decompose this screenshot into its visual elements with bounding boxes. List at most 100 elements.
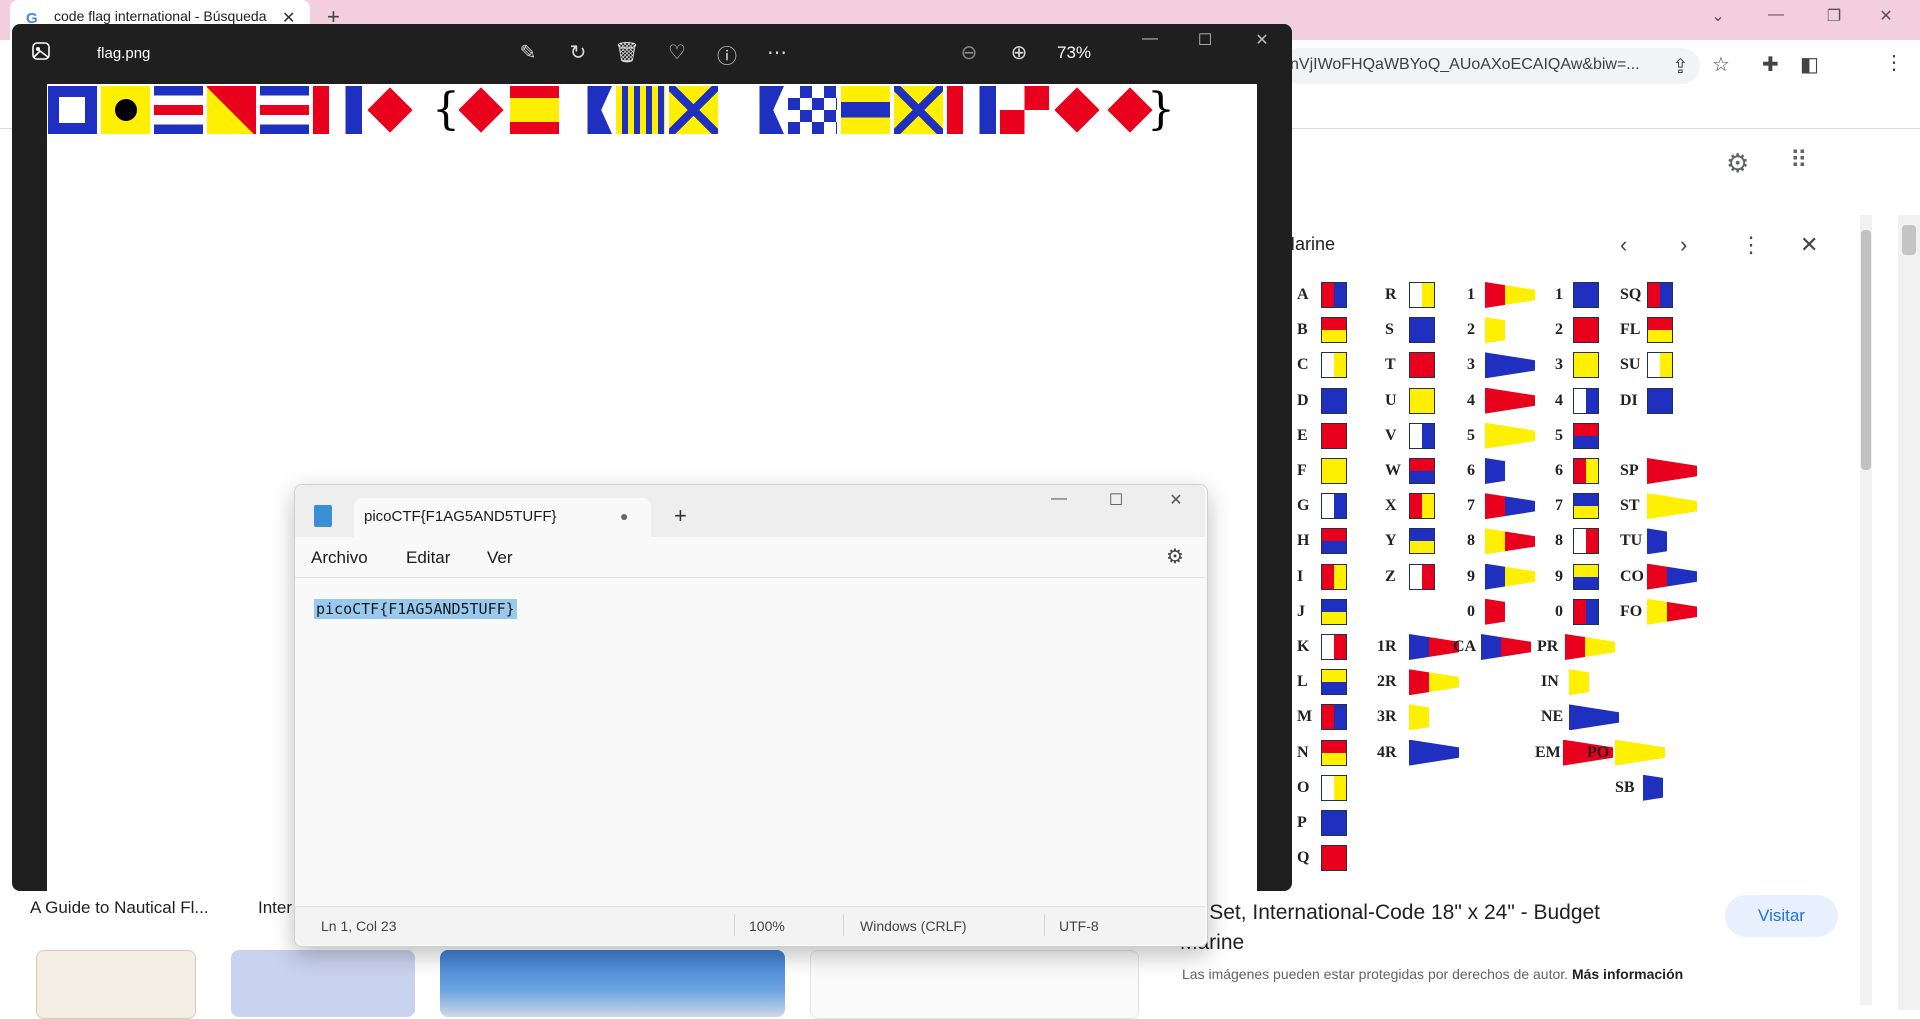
line-ending[interactable]: Windows (CRLF) [860,918,967,934]
favorite-heart-icon[interactable]: ♡ [662,40,692,65]
chart-number-label: 4 [1555,391,1563,409]
signal-flag [894,86,943,134]
menu-edit[interactable]: Editar [406,548,450,568]
viewer-maximize-button[interactable]: ☐ [1185,30,1225,50]
notepad-close-button[interactable]: ✕ [1153,490,1199,510]
chart-pennant [1569,669,1619,696]
chart-letter-label: Y [1385,532,1397,550]
chart-special-label: PR [1537,638,1559,655]
delete-icon[interactable]: 🗑 [612,40,642,65]
notepad-maximize-button[interactable]: ☐ [1093,490,1139,510]
chart-pennant [1409,634,1459,660]
chart-flag [1321,422,1347,449]
notepad-tab-title[interactable]: picoCTF{F1AG5AND5TUFF} [364,508,557,525]
result-thumbnail-2[interactable] [231,950,415,1017]
chart-flag [1573,458,1599,484]
chart-number-label: 5 [1467,426,1475,444]
chart-flag [1321,634,1347,660]
more-options-icon[interactable]: ⋯ [762,40,792,65]
chevron-right-icon[interactable]: › [1680,232,1687,258]
chart-pennant [1485,387,1535,414]
chart-number-label: 9 [1467,567,1475,585]
chart-letter-label: T [1385,356,1396,374]
result-caption-1[interactable]: A Guide to Nautical Fl... [30,898,209,918]
status-divider [843,914,844,936]
new-tab-button[interactable]: + [674,503,687,529]
chevron-left-icon[interactable]: ‹ [1620,232,1627,258]
chart-special-label: NE [1541,708,1564,726]
panel-scrollbar-thumb[interactable] [1861,230,1871,470]
close-window-button[interactable]: ✕ [1866,6,1906,26]
notepad-minimize-button[interactable]: — [1036,490,1082,508]
settings-gear-icon[interactable]: ⚙ [1726,148,1749,179]
chart-special-label: TU [1620,532,1643,550]
chart-letter-label: S [1385,321,1394,339]
chart-flag [1321,387,1347,414]
google-apps-icon[interactable]: ⠿ [1790,146,1808,175]
share-icon[interactable]: ⇪ [1672,54,1689,79]
viewer-minimize-button[interactable]: — [1130,30,1170,48]
chart-pennant [1409,669,1459,696]
chart-flag [1573,387,1599,414]
rotate-icon[interactable]: ↻ [563,40,593,65]
chart-letter-label: H [1297,532,1310,550]
signal-flag [1000,86,1049,134]
menu-view[interactable]: Ver [487,548,513,568]
menu-file[interactable]: Archivo [311,548,368,568]
notepad-text-content[interactable]: picoCTF{F1AG5AND5TUFF} [314,599,517,619]
page-scrollbar-thumb[interactable] [1902,225,1916,255]
more-info-link[interactable]: Más información [1572,966,1683,982]
minimize-button[interactable]: — [1756,6,1796,24]
signal-flag-chart[interactable]: ABCDEFGHIJKLMNOPQRSTUVWXYZ12345678901234… [1295,280,1711,872]
signal-flag [510,86,559,134]
result-thumbnail-4[interactable] [810,950,1139,1019]
chart-flag [1321,528,1347,555]
browser-tab-title[interactable]: code flag international - Búsqueda [54,8,274,24]
menu-kebab-icon[interactable]: ⋮ [1884,50,1904,75]
chart-letter-label: B [1297,321,1308,339]
result-caption-2[interactable]: Inter [258,898,292,918]
chart-pennant [1485,458,1535,484]
visit-button[interactable]: Visitar [1725,895,1838,937]
close-panel-icon[interactable]: ✕ [1800,232,1818,258]
chart-special-label: SP [1620,462,1639,479]
extensions-puzzle-icon[interactable]: ✚ [1762,52,1779,77]
copyright-notice: Las imágenes pueden estar protegidas por… [1182,966,1683,982]
chart-letter-label: U [1385,391,1397,409]
side-panel-icon[interactable]: ◧ [1800,52,1819,77]
signal-flag [563,86,612,134]
result-thumbnail-3[interactable] [440,950,785,1017]
chart-pennant [1485,528,1535,555]
page-scrollbar[interactable] [1898,215,1920,1010]
viewer-close-button[interactable]: ✕ [1242,30,1282,50]
zoom-level[interactable]: 73% [1057,43,1091,63]
chart-pennant [1615,739,1665,766]
unsaved-dot-icon[interactable]: ● [620,508,628,524]
bookmark-star-icon[interactable]: ☆ [1712,52,1730,77]
chart-number-label: 8 [1467,532,1475,550]
chart-flag [1321,739,1347,766]
status-zoom[interactable]: 100% [749,918,785,934]
zoom-in-icon[interactable]: ⊕ [1004,40,1034,65]
edit-image-icon[interactable]: ✎ [513,40,543,65]
zoom-out-icon[interactable]: ⊖ [954,40,984,65]
restore-button[interactable]: ❐ [1814,6,1854,26]
chart-special-label: SU [1620,356,1641,374]
more-options-icon[interactable]: ⋮ [1740,232,1762,258]
panel-image-caption[interactable]: ag Set, International-Code 18" x 24" - B… [1180,898,1640,958]
chart-number-label: 4 [1467,391,1475,409]
result-thumbnail-1[interactable] [36,950,196,1019]
chart-pennant [1647,458,1697,484]
cursor-position: Ln 1, Col 23 [321,918,397,934]
info-icon[interactable]: ⓘ [712,40,742,69]
chart-special-label: SQ [1620,286,1642,303]
encoding[interactable]: UTF-8 [1059,918,1099,934]
chart-pennant [1565,634,1615,660]
chart-number-label: 6 [1467,462,1475,479]
chart-flag [1321,598,1347,625]
url-text[interactable]: nVjIWoFHQaWBYoQ_AUoAXoECAIQAw&biw=... [1290,56,1640,74]
settings-gear-icon[interactable]: ⚙ [1166,544,1184,569]
tab-search-icon[interactable]: ⌄ [1698,6,1738,26]
signal-flag [841,86,890,134]
chart-letter-label: Z [1385,567,1396,585]
